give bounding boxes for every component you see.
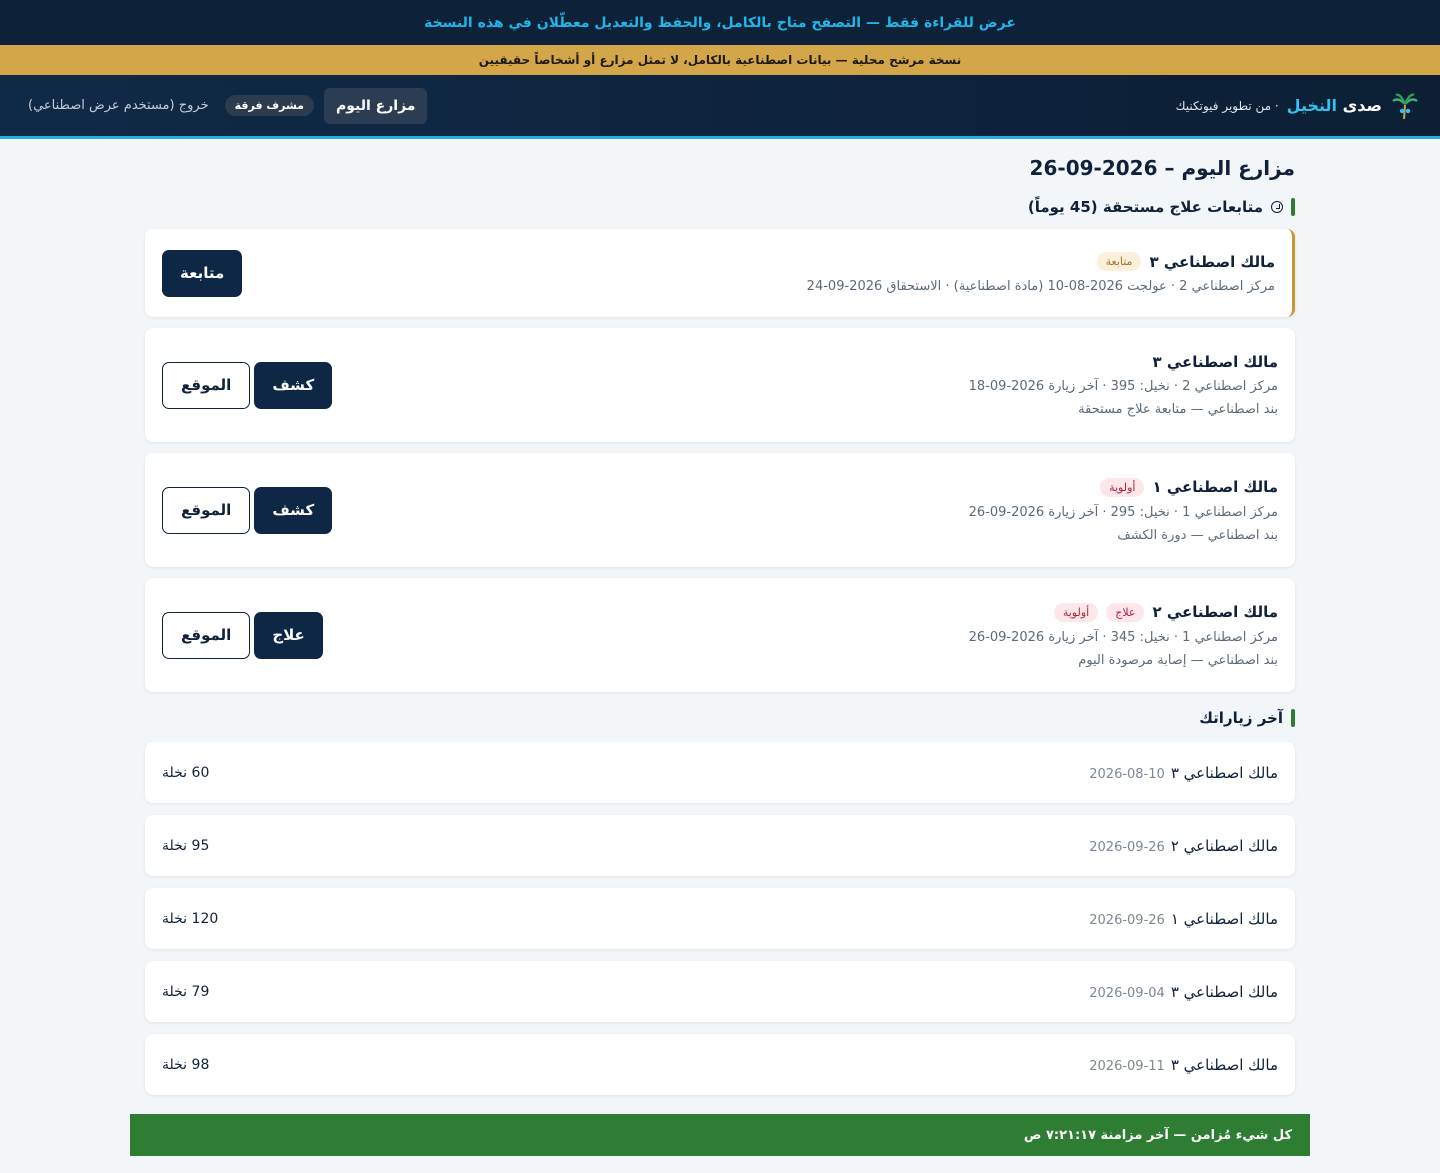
section-marker xyxy=(1291,198,1295,216)
palm-tree-icon xyxy=(1390,91,1420,121)
farm-list: مالك اصطناعي ٣ مركز اصطناعي 2 · نخيل: 39… xyxy=(145,328,1295,692)
visits-title-text: آخر زياراتك xyxy=(1199,709,1283,727)
farm-reason: بند اصطناعي — متابعة علاج مستحقة xyxy=(1078,402,1278,417)
page-title: مزارع اليوم – 2026-09-26 xyxy=(1029,156,1295,180)
visit-details: مالك اصطناعي ١ 2026-09-26 xyxy=(1089,910,1278,928)
followup-tag: متابعة xyxy=(1096,252,1142,271)
owner-name: مالك اصطناعي ٢ xyxy=(1152,603,1278,621)
inspect-button[interactable]: كشف xyxy=(254,361,333,409)
followup-actions: متابعة xyxy=(162,249,243,297)
priority-tag: أولوية xyxy=(1053,602,1099,622)
followup-info: مالك اصطناعي ٣ متابعة مركز اصطناعي 2 · ع… xyxy=(807,252,1275,294)
visit-item[interactable]: مالك اصطناعي ٣ 2026-08-10 60 نخلة xyxy=(145,742,1295,803)
farm-actions: كشف الموقع xyxy=(162,486,333,534)
logout-link[interactable]: خروج (مستخدم عرض اصطناعي) xyxy=(28,98,209,113)
tab-today-farms[interactable]: مزارع اليوم xyxy=(323,87,428,124)
visit-date: 2026-08-10 xyxy=(1089,766,1165,782)
followups-section-title: متابعات علاج مستحقة (45 يوماً) xyxy=(145,195,1295,219)
visit-details: مالك اصطناعي ٣ 2026-09-04 xyxy=(1089,983,1278,1001)
inspect-button[interactable]: كشف xyxy=(254,486,333,534)
visit-date: 2026-09-11 xyxy=(1089,1058,1165,1074)
main-content: مزارع اليوم – 2026-09-26 متابعات علاج مس… xyxy=(145,139,1295,1095)
farm-head: مالك اصطناعي ٢ علاج أولوية xyxy=(969,602,1278,622)
farm-info: مالك اصطناعي ١ أولوية مركز اصطناعي 1 · ن… xyxy=(968,477,1278,543)
farm-info: مالك اصطناعي ٣ مركز اصطناعي 2 · نخيل: 39… xyxy=(969,353,1278,417)
visit-details: مالك اصطناعي ٢ 2026-09-26 xyxy=(1089,837,1278,855)
location-button[interactable]: الموقع xyxy=(162,486,251,534)
farm-actions: علاج الموقع xyxy=(162,611,323,659)
owner-name: مالك اصطناعي ١ xyxy=(1152,478,1278,496)
demo-banner: نسخة مرشح محلية — بيانات اصطناعية بالكام… xyxy=(0,45,1440,75)
farm-reason: بند اصطناعي — إصابة مرصودة اليوم xyxy=(1078,652,1278,668)
followup-button[interactable]: متابعة xyxy=(162,249,243,297)
brand-name-part1: صدى xyxy=(1342,96,1382,115)
visit-owner: مالك اصطناعي ٣ xyxy=(1170,982,1278,1001)
visit-palm-count: 95 نخلة xyxy=(162,837,210,854)
farm-meta: مركز اصطناعي 2 · نخيل: 395 · آخر زيارة 2… xyxy=(968,379,1278,394)
visit-item[interactable]: مالك اصطناعي ٣ 2026-09-04 79 نخلة xyxy=(145,961,1295,1022)
treatment-tag: علاج xyxy=(1106,602,1145,622)
brand[interactable]: صدى النخيل · من تطوير فيوتكنيك xyxy=(1176,91,1420,121)
visit-owner: مالك اصطناعي ٢ xyxy=(1170,836,1278,855)
brand-name-part2: النخيل xyxy=(1286,96,1338,115)
followup-card: مالك اصطناعي ٣ متابعة مركز اصطناعي 2 · ع… xyxy=(145,229,1295,317)
visit-owner: مالك اصطناعي ٣ xyxy=(1170,1055,1278,1074)
nav-actions: مزارع اليوم مشرف فرقة خروج (مستخدم عرض ا… xyxy=(28,87,428,124)
location-button[interactable]: الموقع xyxy=(162,361,251,409)
visit-details: مالك اصطناعي ٣ 2026-09-11 xyxy=(1089,1056,1278,1074)
visit-palm-count: 60 نخلة xyxy=(162,764,210,781)
followup-meta: مركز اصطناعي 2 · عولجت 2026-08-10 (مادة … xyxy=(806,279,1275,294)
brand-subtitle: · من تطوير فيوتكنيك xyxy=(1175,98,1279,113)
farm-meta: مركز اصطناعي 1 · نخيل: 295 · آخر زيارة 2… xyxy=(968,504,1278,520)
visit-item[interactable]: مالك اصطناعي ٣ 2026-09-11 98 نخلة xyxy=(145,1034,1295,1095)
readonly-banner: عرض للقراءة فقط — التصفح متاح بالكامل، و… xyxy=(0,0,1440,45)
followups-title-text: متابعات علاج مستحقة (45 يوماً) xyxy=(1027,198,1263,216)
visits-list: مالك اصطناعي ٣ 2026-08-10 60 نخلة مالك ا… xyxy=(145,742,1295,1095)
brand-name: صدى النخيل xyxy=(1287,96,1382,115)
owner-name: مالك اصطناعي ٣ xyxy=(1149,252,1275,271)
farm-actions: كشف الموقع xyxy=(162,361,333,409)
sync-status-text: كل شيء مُزامن — آخر مزامنة ٧:٢١:١٧ ص xyxy=(1023,1127,1292,1143)
visit-details: مالك اصطناعي ٣ 2026-08-10 xyxy=(1089,764,1278,782)
farm-card: مالك اصطناعي ٢ علاج أولوية مركز اصطناعي … xyxy=(145,578,1295,692)
visit-date: 2026-09-26 xyxy=(1089,839,1165,855)
visit-palm-count: 79 نخلة xyxy=(162,983,210,1000)
farm-card: مالك اصطناعي ٣ مركز اصطناعي 2 · نخيل: 39… xyxy=(145,328,1295,442)
visit-item[interactable]: مالك اصطناعي ١ 2026-09-26 120 نخلة xyxy=(145,888,1295,949)
clock-icon xyxy=(1271,201,1283,213)
visit-owner: مالك اصطناعي ١ xyxy=(1170,909,1278,928)
visit-owner: مالك اصطناعي ٣ xyxy=(1170,763,1278,782)
owner-name: مالك اصطناعي ٣ xyxy=(1152,353,1278,371)
role-badge: مشرف فرقة xyxy=(224,95,314,116)
farm-head: مالك اصطناعي ١ أولوية xyxy=(969,477,1278,497)
farm-card: مالك اصطناعي ١ أولوية مركز اصطناعي 1 · ن… xyxy=(145,453,1295,567)
farm-head: مالك اصطناعي ٣ xyxy=(969,353,1278,371)
visit-palm-count: 98 نخلة xyxy=(162,1056,210,1073)
section-marker xyxy=(1291,709,1295,727)
sync-status-bar: كل شيء مُزامن — آخر مزامنة ٧:٢١:١٧ ص xyxy=(130,1114,1310,1156)
visits-section-title: آخر زياراتك xyxy=(145,706,1295,730)
visit-date: 2026-09-04 xyxy=(1089,985,1165,1001)
top-nav: صدى النخيل · من تطوير فيوتكنيك مزارع الي… xyxy=(0,75,1440,139)
treat-button[interactable]: علاج xyxy=(254,611,323,659)
farm-meta: مركز اصطناعي 1 · نخيل: 345 · آخر زيارة 2… xyxy=(968,629,1278,645)
visit-palm-count: 120 نخلة xyxy=(162,910,219,927)
priority-tag: أولوية xyxy=(1100,477,1145,497)
visit-date: 2026-09-26 xyxy=(1089,912,1165,928)
location-button[interactable]: الموقع xyxy=(162,611,251,659)
followup-head: مالك اصطناعي ٣ متابعة xyxy=(807,252,1275,271)
farm-info: مالك اصطناعي ٢ علاج أولوية مركز اصطناعي … xyxy=(968,602,1278,668)
visit-item[interactable]: مالك اصطناعي ٢ 2026-09-26 95 نخلة xyxy=(145,815,1295,876)
farm-reason: بند اصطناعي — دورة الكشف xyxy=(1117,527,1278,543)
